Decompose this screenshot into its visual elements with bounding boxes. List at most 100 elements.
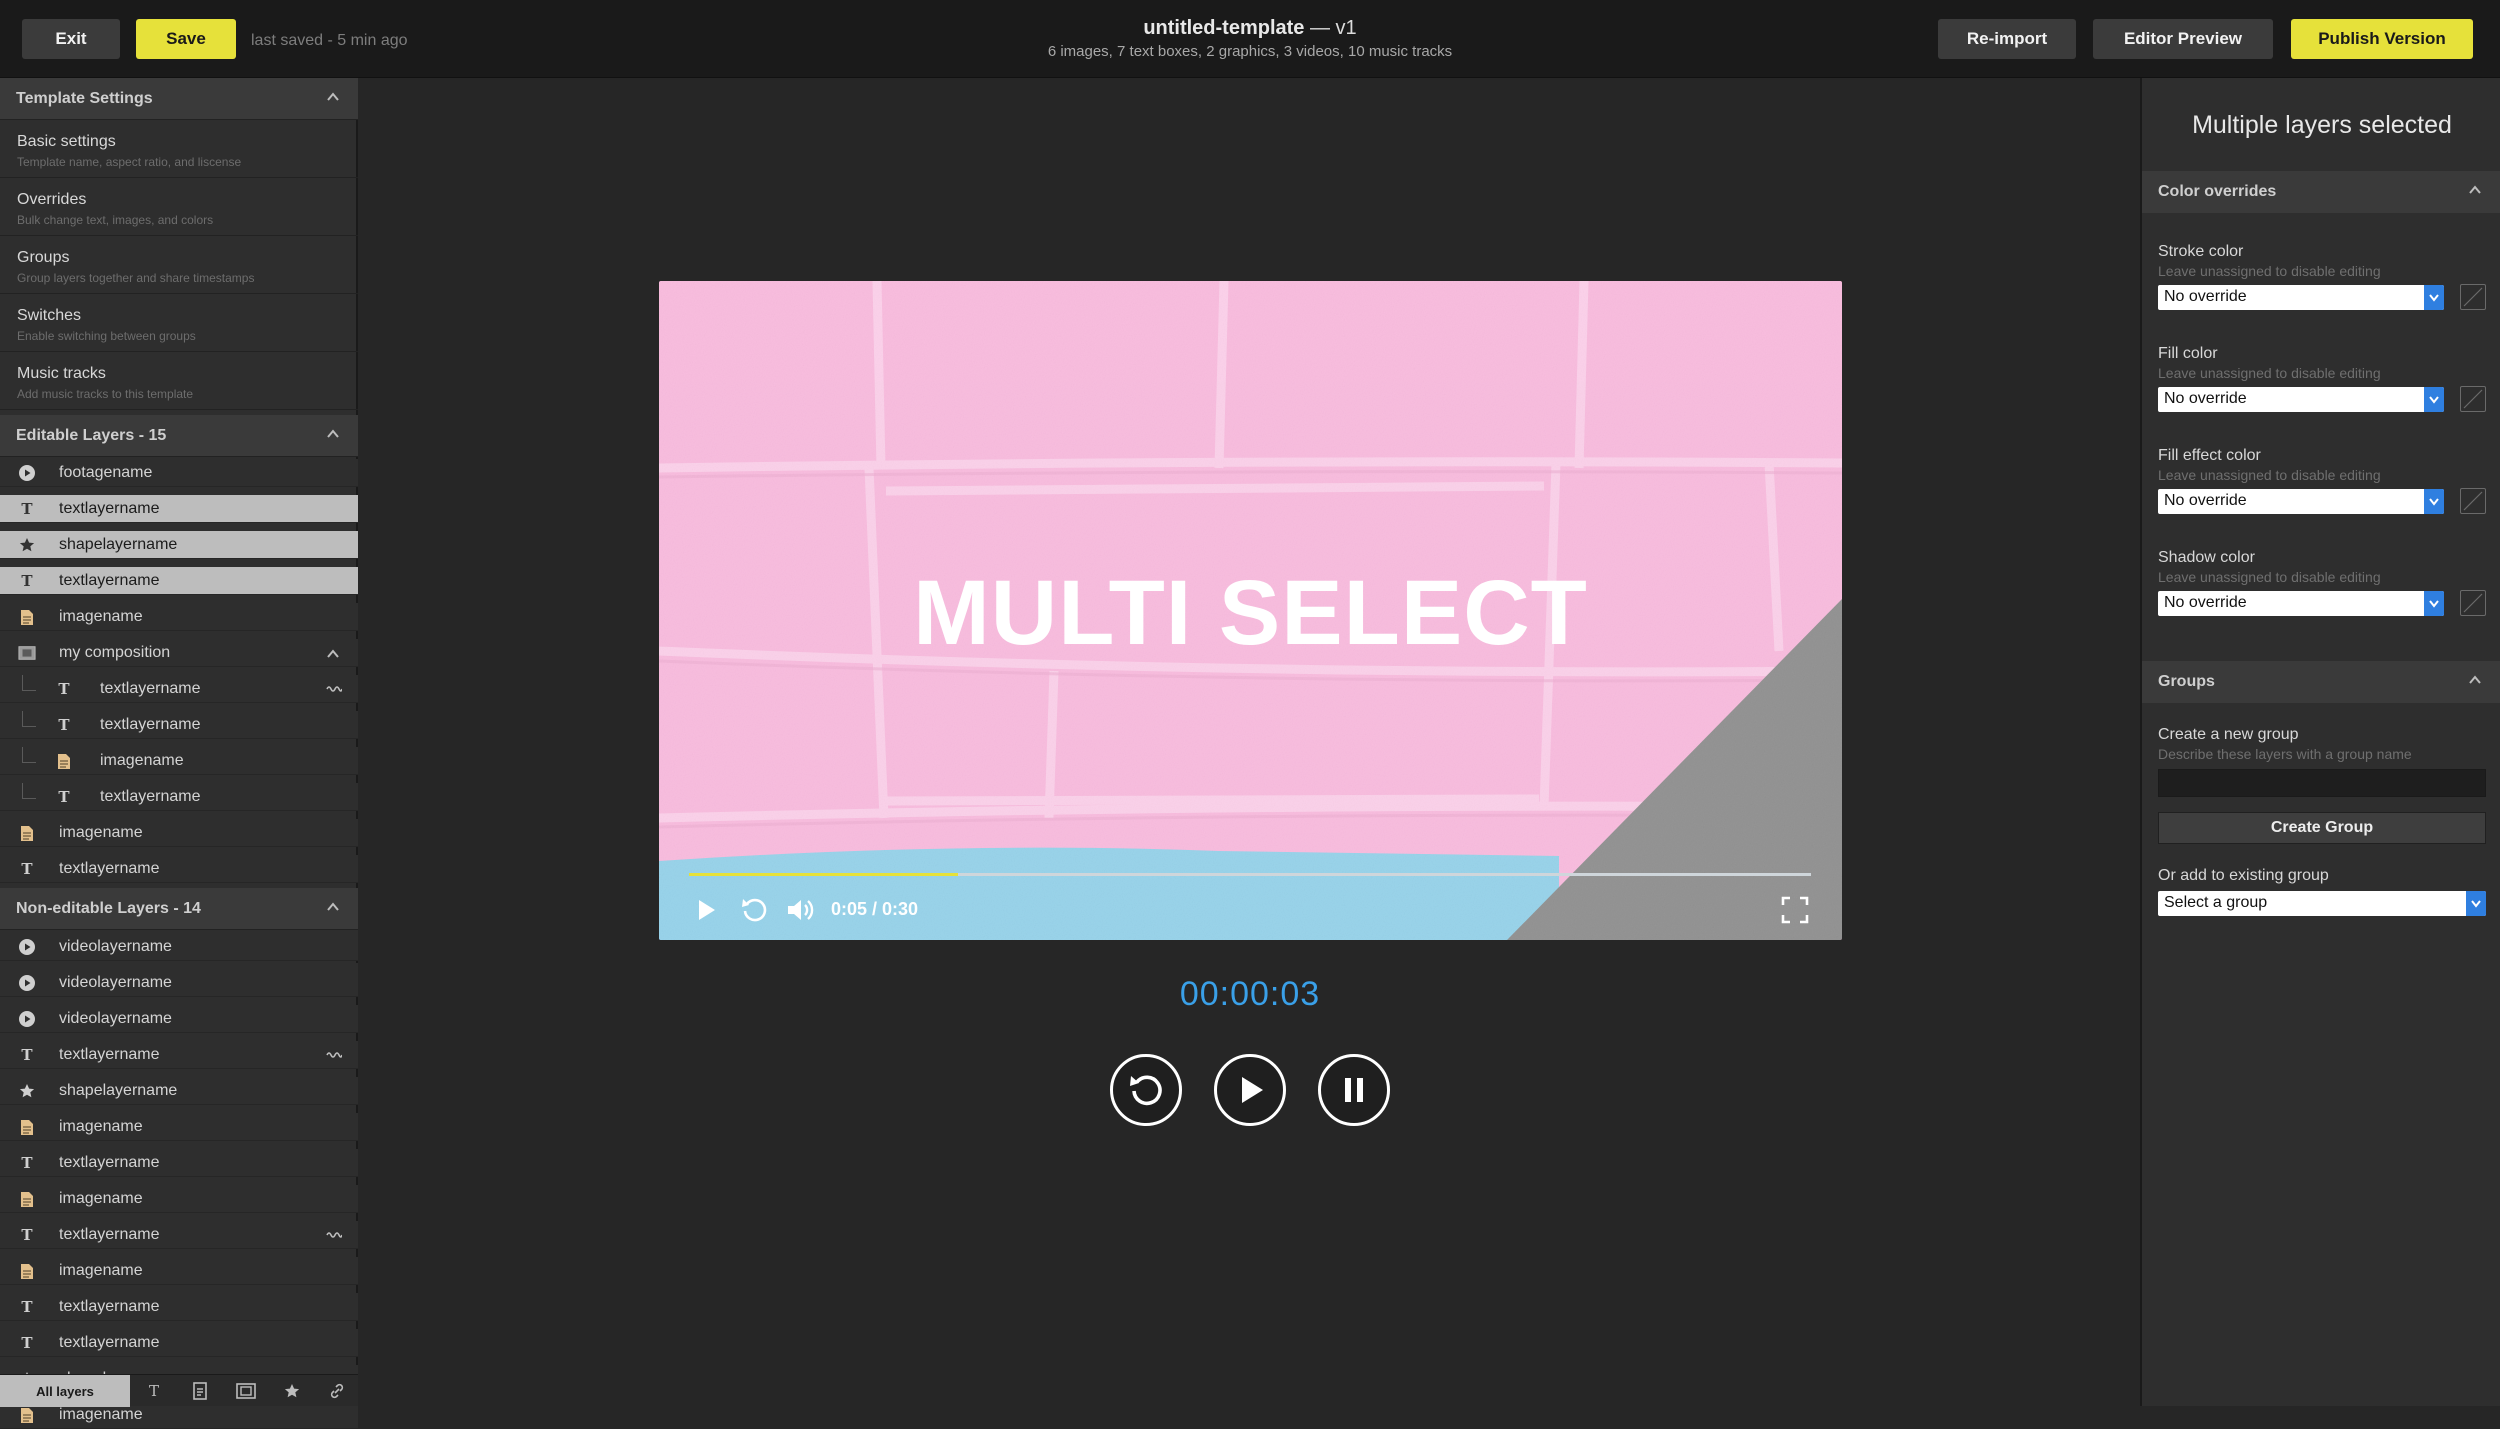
layer-name: textlayername — [59, 1226, 160, 1243]
settings-item-overrides[interactable]: Overrides Bulk change text, images, and … — [0, 178, 358, 236]
exit-button[interactable]: Exit — [22, 19, 120, 59]
layer-row[interactable]: imagename — [0, 603, 358, 631]
video-preview[interactable]: MULTI SELECT 0:05 / 0:30 — [659, 281, 1842, 940]
color-override-select[interactable]: No override — [2158, 489, 2444, 514]
color-swatch[interactable] — [2460, 386, 2486, 412]
select-arrow — [2424, 387, 2444, 412]
layer-icon-wrap — [18, 1262, 36, 1280]
restart-button[interactable] — [1110, 1054, 1182, 1126]
settings-item-title: Switches — [17, 307, 82, 324]
new-group-label: Create a new group — [2158, 726, 2299, 743]
layer-icon-wrap — [18, 464, 36, 482]
existing-group-select[interactable]: Select a group — [2158, 891, 2486, 916]
layer-row[interactable]: Ttextlayername — [0, 1293, 358, 1321]
text-icon: T — [58, 716, 70, 734]
color-swatch[interactable] — [2460, 284, 2486, 310]
layer-row[interactable]: shapelayername — [0, 1077, 358, 1105]
playback-progress-bar[interactable] — [689, 873, 1811, 876]
color-swatch[interactable] — [2460, 488, 2486, 514]
settings-item-subtitle: Add music tracks to this template — [17, 387, 194, 401]
select-arrow — [2424, 591, 2444, 616]
settings-item-title: Music tracks — [17, 365, 106, 382]
layer-row[interactable]: Ttextlayername — [0, 711, 358, 739]
volume-icon[interactable] — [785, 895, 815, 925]
tab-linked-layers[interactable] — [316, 1375, 358, 1407]
layer-name: imagename — [59, 824, 143, 841]
settings-item-groups[interactable]: Groups Group layers together and share t… — [0, 236, 358, 294]
composition-icon — [18, 646, 36, 660]
layer-row[interactable]: my composition — [0, 639, 358, 667]
tab-all-layers[interactable]: All layers — [0, 1375, 130, 1407]
save-button[interactable]: Save — [136, 19, 236, 59]
layer-row[interactable]: shapelayername — [0, 531, 358, 559]
groups-title: Groups — [2158, 673, 2215, 690]
color-override-select[interactable]: No override — [2158, 591, 2444, 616]
replay-icon[interactable] — [739, 895, 769, 925]
tab-shape-layers[interactable] — [270, 1375, 314, 1407]
publish-version-button[interactable]: Publish Version — [2291, 19, 2473, 59]
create-group-button[interactable]: Create Group — [2158, 812, 2486, 844]
groups-header[interactable]: Groups — [2142, 661, 2500, 703]
layer-row[interactable]: footagename — [0, 459, 358, 487]
tab-composition-layers[interactable] — [224, 1375, 268, 1407]
color-overrides-title: Color overrides — [2158, 183, 2277, 200]
image-icon — [193, 1382, 207, 1400]
settings-item-music-tracks[interactable]: Music tracks Add music tracks to this te… — [0, 352, 358, 410]
overlay-text[interactable]: MULTI SELECT — [659, 561, 1842, 666]
layer-row[interactable]: Ttextlayername — [0, 675, 358, 703]
tab-text-layers[interactable]: T — [132, 1375, 176, 1407]
color-swatch[interactable] — [2460, 590, 2486, 616]
select-value: No override — [2164, 492, 2247, 509]
image-icon — [21, 1191, 33, 1207]
chevron-up-icon — [2469, 675, 2481, 684]
text-icon: T — [21, 1046, 33, 1064]
editor-preview-button[interactable]: Editor Preview — [2093, 19, 2273, 59]
text-icon: T — [21, 860, 33, 878]
layer-name: imagename — [59, 1406, 143, 1423]
reimport-button[interactable]: Re-import — [1938, 19, 2076, 59]
chevron-up-icon[interactable] — [326, 647, 340, 661]
color-override-select[interactable]: No override — [2158, 387, 2444, 412]
play-button[interactable] — [1214, 1054, 1286, 1126]
settings-item-basic[interactable]: Basic settings Template name, aspect rat… — [0, 120, 358, 178]
layer-row[interactable]: Ttextlayername — [0, 567, 358, 595]
color-overrides-header[interactable]: Color overrides — [2142, 171, 2500, 213]
fullscreen-icon[interactable] — [1780, 895, 1810, 925]
select-value: No override — [2164, 390, 2247, 407]
layer-row[interactable]: imagename — [0, 1113, 358, 1141]
layer-row[interactable]: Ttextlayername — [0, 1149, 358, 1177]
group-name-input[interactable] — [2158, 769, 2486, 797]
play-icon[interactable] — [691, 895, 721, 925]
layer-row[interactable]: imagename — [0, 819, 358, 847]
settings-item-subtitle: Bulk change text, images, and colors — [17, 213, 214, 227]
last-saved-status: last saved - 5 min ago — [251, 32, 408, 49]
select-value: No override — [2164, 288, 2247, 305]
chevron-up-icon — [327, 429, 339, 438]
layer-row[interactable]: imagename — [0, 1185, 358, 1213]
editable-layers-header[interactable]: Editable Layers - 15 — [0, 415, 358, 457]
layer-row[interactable]: Ttextlayername — [0, 1221, 358, 1249]
layer-name: videolayername — [59, 1010, 172, 1027]
layer-row[interactable]: Ttextlayername — [0, 1041, 358, 1069]
layer-row[interactable]: videolayername — [0, 1005, 358, 1033]
layer-name: textlayername — [59, 500, 160, 517]
properties-panel: Multiple layers selected Color overrides… — [2140, 78, 2500, 1406]
template-settings-header[interactable]: Template Settings — [0, 78, 358, 120]
layer-row[interactable]: Ttextlayername — [0, 495, 358, 523]
layer-row[interactable]: imagename — [0, 747, 358, 775]
noneditable-layers-title: Non-editable Layers - 14 — [16, 899, 201, 917]
layer-row[interactable]: Ttextlayername — [0, 1329, 358, 1357]
color-override-select[interactable]: No override — [2158, 285, 2444, 310]
layer-name: textlayername — [59, 860, 160, 877]
layer-name: shapelayername — [59, 1082, 178, 1099]
layer-row[interactable]: Ttextlayername — [0, 783, 358, 811]
settings-item-switches[interactable]: Switches Enable switching between groups — [0, 294, 358, 352]
layer-row[interactable]: videolayername — [0, 969, 358, 997]
tab-image-layers[interactable] — [178, 1375, 222, 1407]
layer-row[interactable]: videolayername — [0, 933, 358, 961]
pause-button[interactable] — [1318, 1054, 1390, 1126]
layer-row[interactable]: Ttextlayername — [0, 855, 358, 883]
text-icon: T — [21, 1154, 33, 1172]
layer-row[interactable]: imagename — [0, 1257, 358, 1285]
noneditable-layers-header[interactable]: Non-editable Layers - 14 — [0, 888, 358, 930]
